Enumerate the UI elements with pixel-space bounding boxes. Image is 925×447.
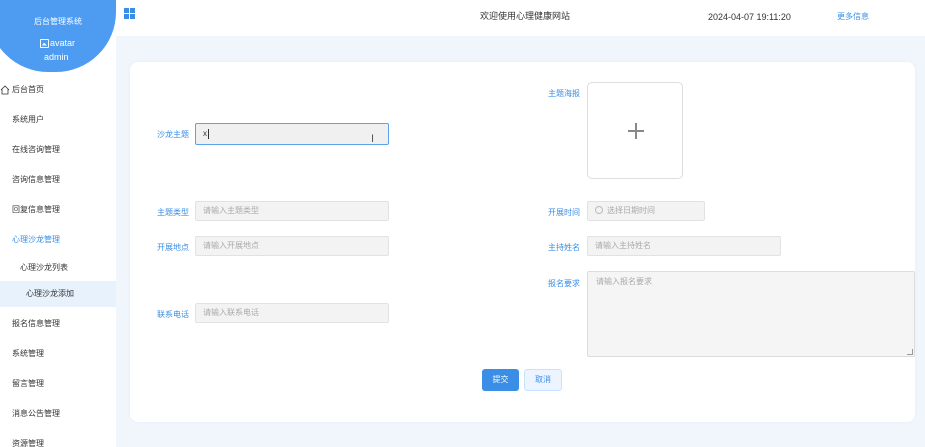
top-header: 欢迎使用心理健康网站 2024-04-07 19:11:20 更多信息 (116, 0, 925, 36)
home-icon (0, 85, 10, 95)
clock-icon (595, 205, 603, 214)
sidebar-item-online-consult[interactable]: 在线咨询管理 (0, 135, 116, 165)
signup-req-placeholder: 请输入报名要求 (596, 277, 652, 286)
sidebar-item-home[interactable]: 后台首页 (0, 75, 116, 105)
plus-icon (628, 123, 644, 139)
sidebar-item-signup-info[interactable]: 报名信息管理 (0, 309, 116, 339)
sidebar-item-salon-manage[interactable]: 心理沙龙管理 (0, 225, 116, 255)
signup-req-textarea[interactable]: 请输入报名要求 (587, 271, 915, 357)
host-name-input[interactable]: 请输入主持姓名 (587, 236, 781, 256)
site-title: 欢迎使用心理健康网站 (480, 11, 571, 21)
datetime: 2024-04-07 19:11:20 (708, 12, 791, 22)
avatar[interactable]: avatar (40, 38, 75, 48)
start-time-picker[interactable]: 选择日期时间 (587, 201, 705, 221)
start-time-label: 开展时间 (548, 208, 580, 217)
submenu-item-salon-list[interactable]: 心理沙龙列表 (0, 255, 116, 281)
phone-input[interactable]: 请输入联系电话 (195, 303, 389, 323)
topic-type-input[interactable]: 请输入主题类型 (195, 201, 389, 221)
submenu-item-salon-add[interactable]: 心理沙龙添加 (0, 281, 116, 307)
submit-button[interactable]: 提交 (482, 369, 519, 391)
sidebar-item-system-manage[interactable]: 系统管理 (0, 339, 116, 369)
sidebar: 后台管理系统 avatar admin 后台首页 系统用户 在线咨询管理 咨询信… (0, 0, 116, 447)
username: admin (44, 52, 69, 62)
salon-topic-label: 沙龙主题 (157, 130, 189, 139)
location-label: 开展地点 (157, 243, 189, 252)
topic-type-label: 主题类型 (157, 208, 189, 217)
cancel-button[interactable]: 取消 (524, 369, 562, 391)
start-time-placeholder: 选择日期时间 (607, 206, 655, 215)
sidebar-item-resources[interactable]: 资源管理 (0, 429, 116, 447)
brand-title: 后台管理系统 (34, 17, 82, 26)
signup-req-label: 报名要求 (548, 279, 580, 288)
poster-upload[interactable] (587, 82, 683, 179)
text-cursor-icon: I (371, 133, 375, 145)
sidebar-item-system-users[interactable]: 系统用户 (0, 105, 116, 135)
host-name-label: 主持姓名 (548, 243, 580, 252)
broken-image-icon (40, 38, 49, 48)
salon-topic-value: x (203, 129, 207, 138)
sidebar-item-notices[interactable]: 消息公告管理 (0, 399, 116, 429)
phone-label: 联系电话 (157, 310, 189, 319)
sidebar-menu: 后台首页 系统用户 在线咨询管理 咨询信息管理 回复信息管理 心理沙龙管理 心理… (0, 75, 116, 447)
sidebar-item-reply-info[interactable]: 回复信息管理 (0, 195, 116, 225)
topic-poster-label: 主题海报 (548, 89, 580, 98)
avatar-alt-text: avatar (50, 38, 76, 48)
sidebar-item-messages[interactable]: 留言管理 (0, 369, 116, 399)
more-info-link[interactable]: 更多信息 (837, 11, 869, 22)
salon-topic-input[interactable]: x (195, 123, 389, 145)
resize-handle-icon[interactable] (907, 349, 913, 355)
location-input[interactable]: 请输入开展地点 (195, 236, 389, 256)
text-caret (208, 128, 209, 139)
sidebar-item-consult-info[interactable]: 咨询信息管理 (0, 165, 116, 195)
menu-toggle-icon[interactable] (124, 8, 135, 19)
sidebar-item-label: 后台首页 (12, 85, 44, 94)
